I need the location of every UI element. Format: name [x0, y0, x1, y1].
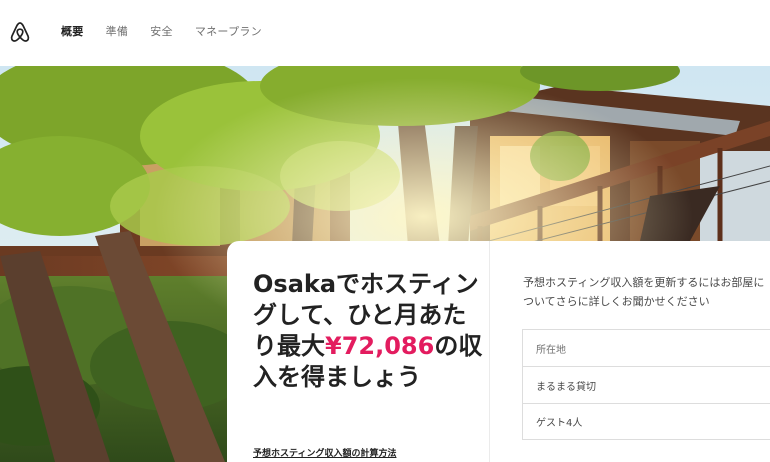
location-field[interactable]: 所在地 — [522, 329, 770, 366]
nav-item-safety[interactable]: 安全 — [150, 24, 173, 40]
estimate-form: 所在地 まるまる貸切 ゲスト4人 — [522, 329, 770, 440]
airbnb-logo-icon[interactable] — [9, 20, 31, 44]
nav-item-overview[interactable]: 概要 — [61, 24, 84, 40]
nav-item-money-plan[interactable]: マネープラン — [195, 24, 262, 40]
earnings-headline: Osakaでホスティングして、ひと月あたり最大¥72,086の収入を得ましょう — [253, 269, 483, 393]
calculation-method-link[interactable]: 予想ホスティング収入額の計算方法 — [253, 446, 396, 459]
nav-item-preparation[interactable]: 準備 — [106, 24, 129, 40]
listing-type-select[interactable]: まるまる貸切 — [522, 366, 770, 403]
earnings-card: Osakaでホスティングして、ひと月あたり最大¥72,086の収入を得ましょう … — [227, 241, 770, 462]
guests-select[interactable]: ゲスト4人 — [522, 403, 770, 440]
details-prompt: 予想ホスティング収入額を更新するにはお部屋についてさらに詳しくお聞かせください — [523, 276, 765, 308]
top-nav-bar: 概要 準備 安全 マネープラン — [0, 0, 770, 66]
card-divider — [489, 241, 490, 462]
main-nav: 概要 準備 安全 マネープラン — [61, 24, 284, 40]
earnings-amount: ¥72,086 — [325, 332, 435, 360]
